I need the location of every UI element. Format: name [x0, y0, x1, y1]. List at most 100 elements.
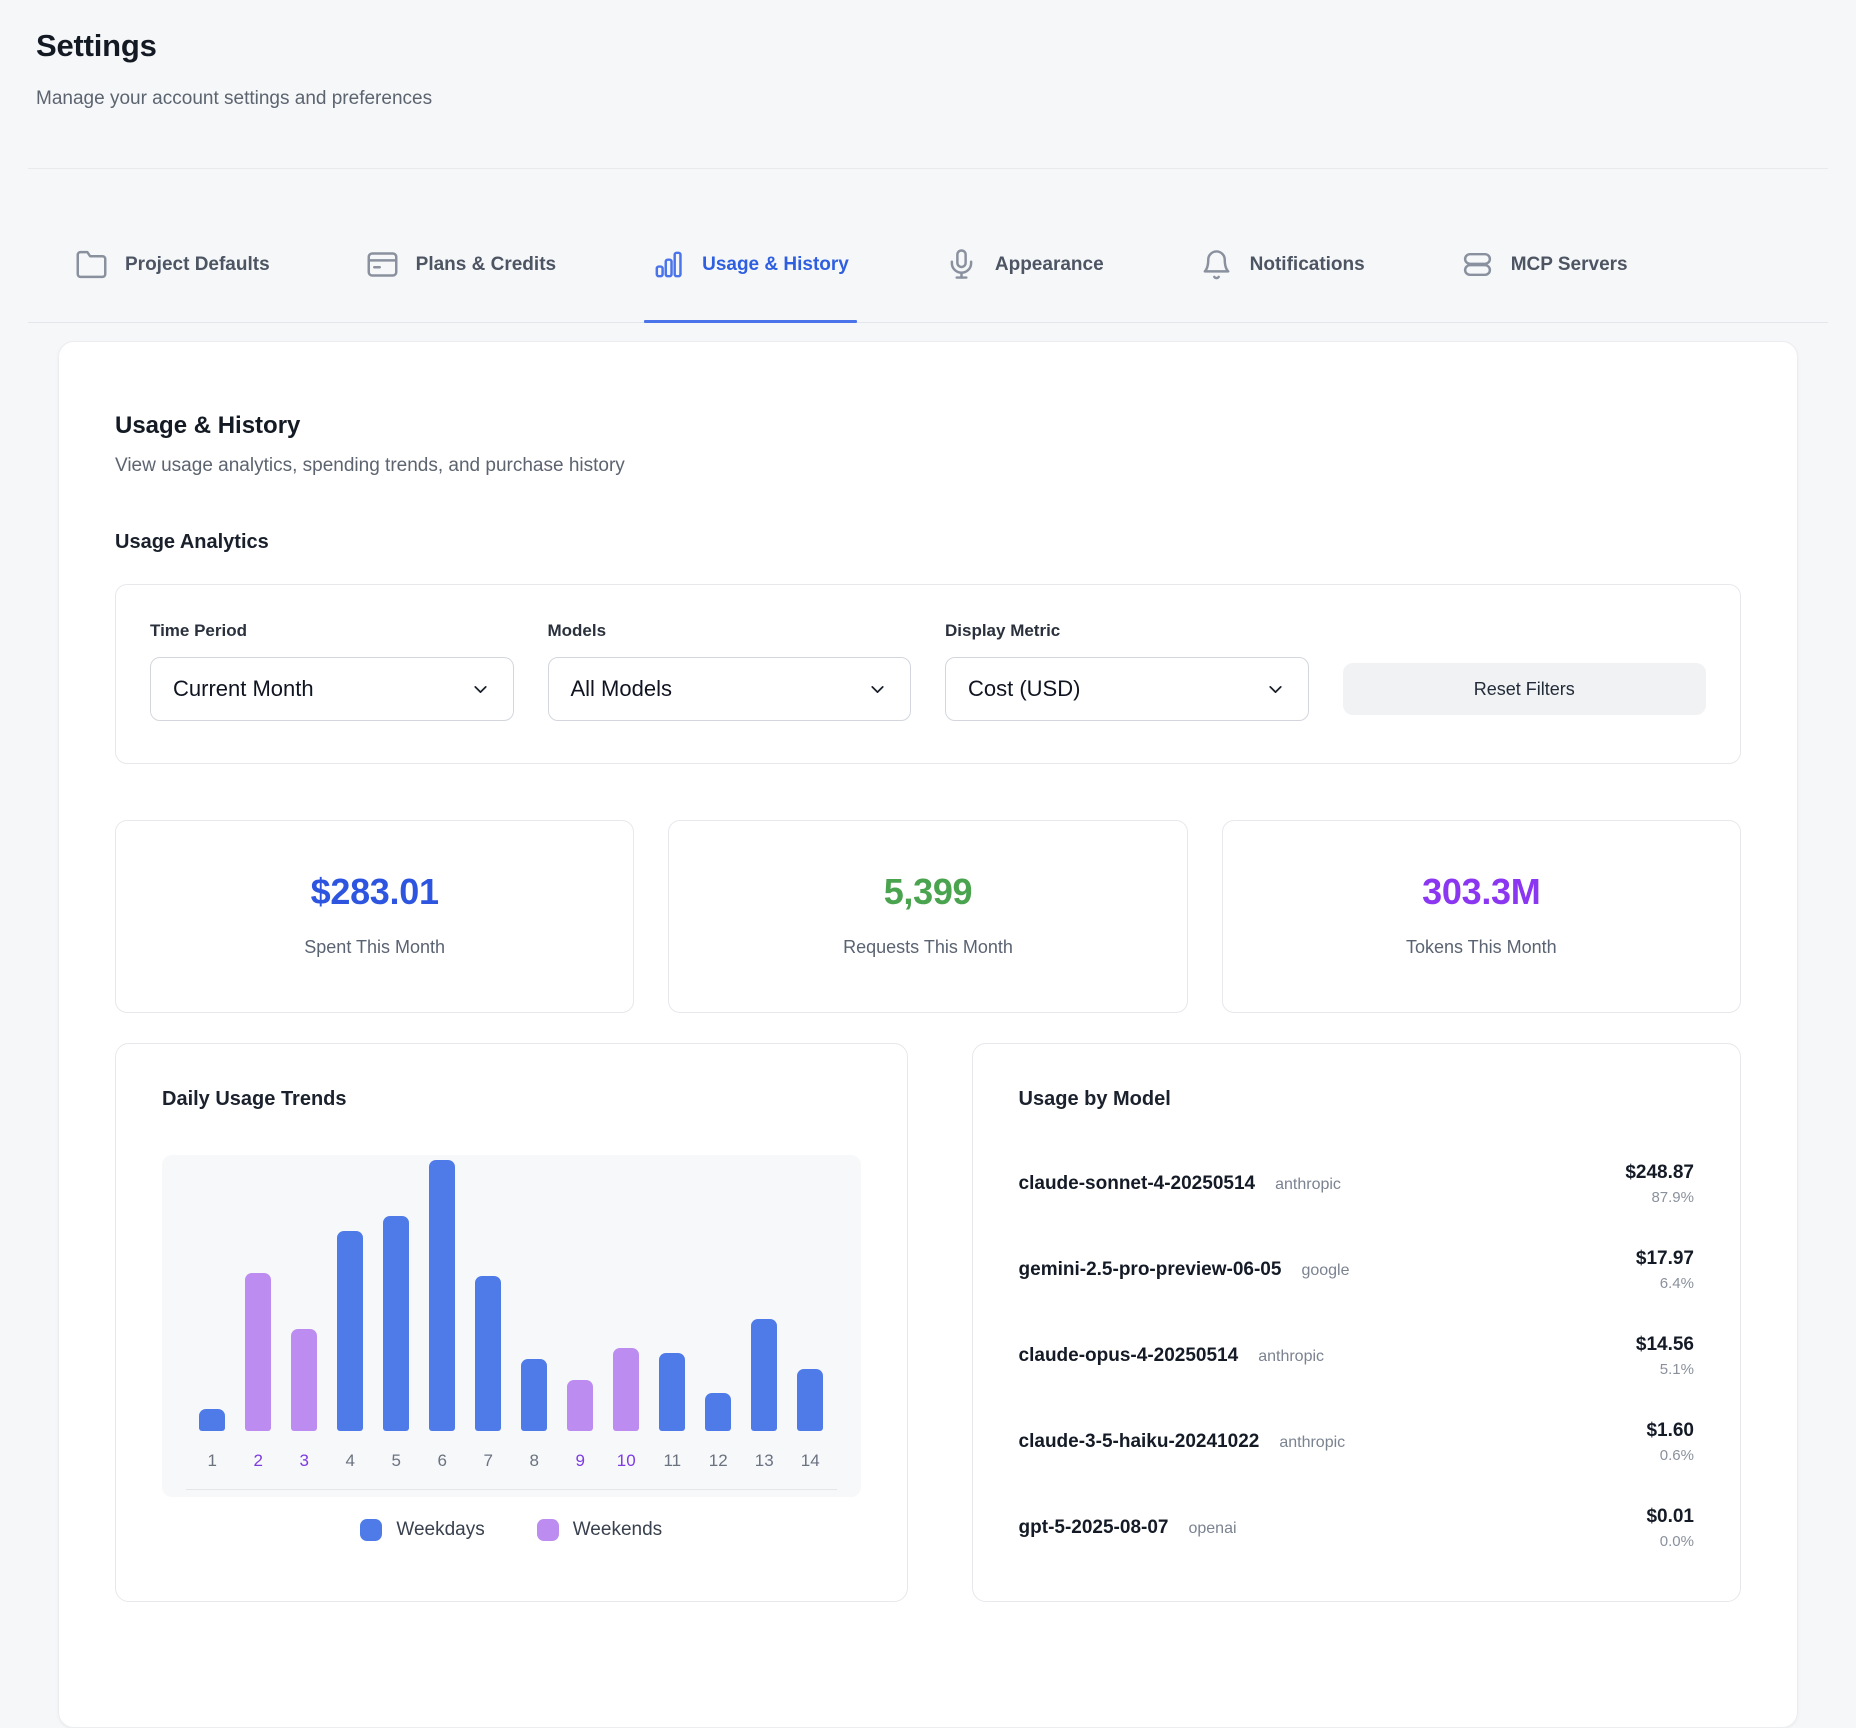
servers-icon — [1461, 248, 1494, 281]
display-metric-label: Display Metric — [945, 621, 1309, 641]
chart-bar[interactable] — [751, 1319, 777, 1431]
usage-history-card: Usage & History View usage analytics, sp… — [58, 341, 1798, 1728]
models-value: All Models — [571, 676, 672, 702]
x-axis-line — [186, 1489, 837, 1490]
section-subtitle: View usage analytics, spending trends, a… — [115, 455, 1741, 477]
x-axis-tick: 3 — [291, 1451, 317, 1471]
tab-mcp-servers[interactable]: MCP Servers — [1461, 248, 1628, 323]
models-label: Models — [548, 621, 912, 641]
stat-label-requests: Requests This Month — [679, 937, 1176, 958]
model-provider: anthropic — [1275, 1176, 1341, 1194]
reset-filters-column: Reset Filters — [1343, 621, 1707, 721]
model-cost: $1.60 — [1646, 1420, 1694, 1442]
tab-project-defaults[interactable]: Project Defaults — [75, 248, 270, 323]
x-axis-tick: 7 — [475, 1451, 501, 1471]
model-provider: google — [1301, 1262, 1349, 1280]
stat-value-spent: $283.01 — [126, 871, 623, 913]
x-axis-tick: 13 — [751, 1451, 777, 1471]
chart-bar[interactable] — [429, 1160, 455, 1431]
model-name: claude-opus-4-20250514 — [1019, 1345, 1239, 1367]
display-metric-field: Display Metric Cost (USD) — [945, 621, 1309, 721]
tab-plans-credits[interactable]: Plans & Credits — [366, 248, 556, 323]
x-axis-tick: 1 — [199, 1451, 225, 1471]
usage-by-model-title: Usage by Model — [1019, 1088, 1694, 1111]
model-percent: 0.6% — [1646, 1447, 1694, 1464]
model-usage-row: claude-sonnet-4-20250514 anthropic $248.… — [1019, 1141, 1694, 1227]
tab-appearance[interactable]: Appearance — [945, 248, 1104, 323]
legend-item-weekends: Weekends — [537, 1519, 662, 1541]
stat-value-requests: 5,399 — [679, 871, 1176, 913]
chevron-down-icon — [1265, 679, 1286, 700]
time-period-field: Time Period Current Month — [150, 621, 514, 721]
usage-analytics-heading: Usage Analytics — [115, 531, 1741, 554]
chart-bar[interactable] — [613, 1348, 639, 1431]
bell-icon — [1200, 248, 1233, 281]
model-name: claude-3-5-haiku-20241022 — [1019, 1431, 1260, 1453]
chart-bar[interactable] — [383, 1216, 409, 1431]
chart-bar[interactable] — [705, 1393, 731, 1431]
legend-item-weekdays: Weekdays — [360, 1519, 484, 1541]
chart-bar[interactable] — [245, 1273, 271, 1431]
reset-filters-button[interactable]: Reset Filters — [1343, 663, 1707, 715]
page-subtitle: Manage your account settings and prefere… — [36, 88, 1820, 110]
settings-tab-bar: Project Defaults Plans & Credits Usage &… — [0, 169, 1856, 323]
filters-panel: Time Period Current Month Models All Mod… — [115, 584, 1741, 764]
chevron-down-icon — [470, 679, 491, 700]
model-percent: 87.9% — [1625, 1189, 1694, 1206]
chart-bar[interactable] — [659, 1353, 685, 1431]
x-axis-tick: 6 — [429, 1451, 455, 1471]
stat-label-spent: Spent This Month — [126, 937, 623, 958]
stat-value-tokens: 303.3M — [1233, 871, 1730, 913]
chart-bar[interactable] — [797, 1369, 823, 1431]
tab-label: MCP Servers — [1511, 254, 1628, 276]
stat-card-requests: 5,399 Requests This Month — [668, 820, 1187, 1013]
weekends-swatch — [537, 1519, 559, 1541]
model-provider: anthropic — [1279, 1434, 1345, 1452]
model-usage-row: gemini-2.5-pro-preview-06-05 google $17.… — [1019, 1227, 1694, 1313]
chart-bar[interactable] — [521, 1359, 547, 1431]
model-usage-row: claude-3-5-haiku-20241022 anthropic $1.6… — [1019, 1399, 1694, 1485]
model-provider: anthropic — [1258, 1348, 1324, 1366]
chart-bar[interactable] — [475, 1276, 501, 1431]
daily-usage-chart: 1234567891011121314 — [162, 1155, 861, 1497]
tab-label: Appearance — [995, 254, 1104, 276]
model-usage-row: claude-opus-4-20250514 anthropic $14.56 … — [1019, 1313, 1694, 1399]
stat-card-tokens: 303.3M Tokens This Month — [1222, 820, 1741, 1013]
tab-label: Plans & Credits — [416, 254, 556, 276]
model-name: gpt-5-2025-08-07 — [1019, 1517, 1169, 1539]
model-cost: $17.97 — [1636, 1248, 1694, 1270]
display-metric-select[interactable]: Cost (USD) — [945, 657, 1309, 721]
tab-usage-history[interactable]: Usage & History — [652, 248, 849, 323]
folder-icon — [75, 248, 108, 281]
model-percent: 5.1% — [1636, 1361, 1694, 1378]
bottom-panels: Daily Usage Trends 1234567891011121314 W… — [115, 1043, 1741, 1602]
time-period-select[interactable]: Current Month — [150, 657, 514, 721]
tab-notifications[interactable]: Notifications — [1200, 248, 1365, 323]
bar-chart-icon — [652, 248, 685, 281]
display-metric-value: Cost (USD) — [968, 676, 1080, 702]
chart-bar[interactable] — [291, 1329, 317, 1431]
model-usage-list: claude-sonnet-4-20250514 anthropic $248.… — [1019, 1141, 1694, 1571]
daily-usage-trends-panel: Daily Usage Trends 1234567891011121314 W… — [115, 1043, 908, 1602]
chart-title: Daily Usage Trends — [162, 1088, 861, 1111]
stats-row: $283.01 Spent This Month 5,399 Requests … — [115, 820, 1741, 1013]
models-select[interactable]: All Models — [548, 657, 912, 721]
x-axis-tick: 10 — [613, 1451, 639, 1471]
time-period-value: Current Month — [173, 676, 314, 702]
tab-label: Usage & History — [702, 254, 849, 276]
chart-x-axis: 1234567891011121314 — [162, 1451, 861, 1471]
x-axis-tick: 11 — [659, 1451, 685, 1471]
chart-bar[interactable] — [337, 1231, 363, 1431]
x-axis-tick: 2 — [245, 1451, 271, 1471]
model-provider: openai — [1188, 1520, 1236, 1538]
model-cost: $0.01 — [1646, 1506, 1694, 1528]
tab-label: Notifications — [1250, 254, 1365, 276]
credit-card-icon — [366, 248, 399, 281]
time-period-label: Time Period — [150, 621, 514, 641]
section-title: Usage & History — [115, 412, 1741, 440]
model-name: claude-sonnet-4-20250514 — [1019, 1173, 1256, 1195]
chart-bar[interactable] — [567, 1380, 593, 1431]
chart-bar[interactable] — [199, 1409, 225, 1431]
model-percent: 0.0% — [1646, 1533, 1694, 1550]
model-cost: $248.87 — [1625, 1162, 1694, 1184]
